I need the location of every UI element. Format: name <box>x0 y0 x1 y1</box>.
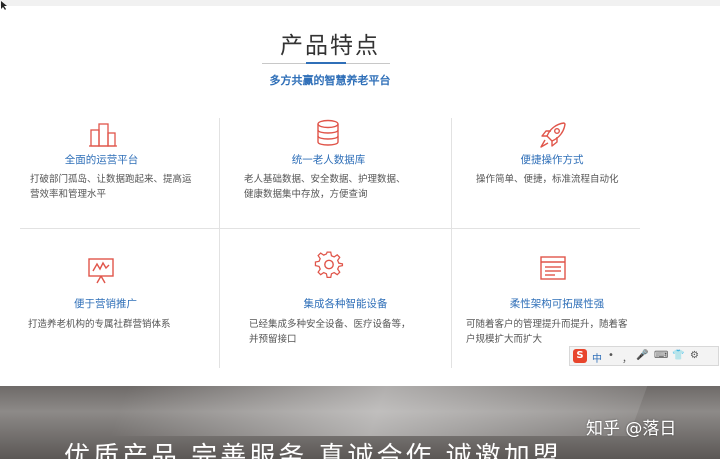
microphone-icon[interactable]: 🎤 <box>636 350 648 361</box>
ime-toolbar[interactable]: S 中 • ， 🎤 ⌨ 👕 ⚙ <box>569 346 719 366</box>
feature-description: 打造养老机构的专属社群营销体系 <box>28 319 171 330</box>
feature-description: 已经集成多种安全设备、医疗设备等， 并预留接口 <box>249 319 411 345</box>
building-icon <box>89 123 117 147</box>
skin-icon[interactable]: 👕 <box>672 350 684 361</box>
corner-arrow-icon <box>1 1 7 10</box>
banner-highlight <box>109 386 651 436</box>
feature-title: 便于营销推广 <box>74 298 137 310</box>
feature-title: 便捷操作方式 <box>520 154 584 166</box>
ime-item[interactable]: • <box>608 350 614 361</box>
feature-card: 便于营销推广 打造养老机构的专属社群营销体系 <box>20 229 219 368</box>
watermark: 知乎 @落日 <box>586 419 677 439</box>
presentation-board-icon <box>88 258 114 284</box>
feature-description: 操作简单、便捷，标准流程自动化 <box>476 174 619 185</box>
banner-slogan: 优质产品 完善服务 真诚合作 诚邀加盟 <box>64 442 562 459</box>
database-icon <box>317 119 339 146</box>
feature-title: 集成各种智能设备 <box>303 298 388 310</box>
feature-title: 全面的运营平台 <box>64 154 139 166</box>
gear-icon <box>314 251 344 278</box>
feature-description: 打破部门孤岛、让数据跑起来、提高运 营效率和管理水平 <box>30 174 192 200</box>
keyboard-icon[interactable]: ⌨ <box>654 350 668 361</box>
layout-window-icon <box>540 256 566 280</box>
feature-card: 统一老人数据库 老人基础数据、安全数据、护理数据、 健康数据集中存放，方便查询 <box>220 118 451 228</box>
feature-card: 集成各种智能设备 已经集成多种安全设备、医疗设备等， 并预留接口 <box>220 229 451 368</box>
top-strip <box>0 0 720 6</box>
settings-icon[interactable]: ⚙ <box>690 350 699 361</box>
section-subtitle: 多方共赢的智慧养老平台 <box>269 74 391 87</box>
ime-punctuation-toggle[interactable]: ， <box>622 350 632 365</box>
feature-title: 柔性架构可拓展性强 <box>509 298 605 310</box>
feature-grid: 全面的运营平台 打破部门孤岛、让数据跑起来、提高运 营效率和管理水平 统一老人数… <box>20 118 640 368</box>
feature-description: 老人基础数据、安全数据、护理数据、 健康数据集中存放，方便查询 <box>244 174 406 200</box>
feature-card: 便捷操作方式 操作简单、便捷，标准流程自动化 <box>452 118 640 228</box>
ime-mode-toggle[interactable]: 中 <box>592 350 602 365</box>
title-underline-accent <box>306 62 346 64</box>
feature-description: 可随着客户的管理提升而提升，随着客 户规模扩大而扩大 <box>466 319 628 345</box>
rocket-icon <box>540 122 566 148</box>
feature-title: 统一老人数据库 <box>291 154 366 166</box>
feature-card: 全面的运营平台 打破部门孤岛、让数据跑起来、提高运 营效率和管理水平 <box>20 118 219 228</box>
section-title: 产品特点 <box>280 33 380 59</box>
ime-logo[interactable]: S <box>573 349 587 363</box>
